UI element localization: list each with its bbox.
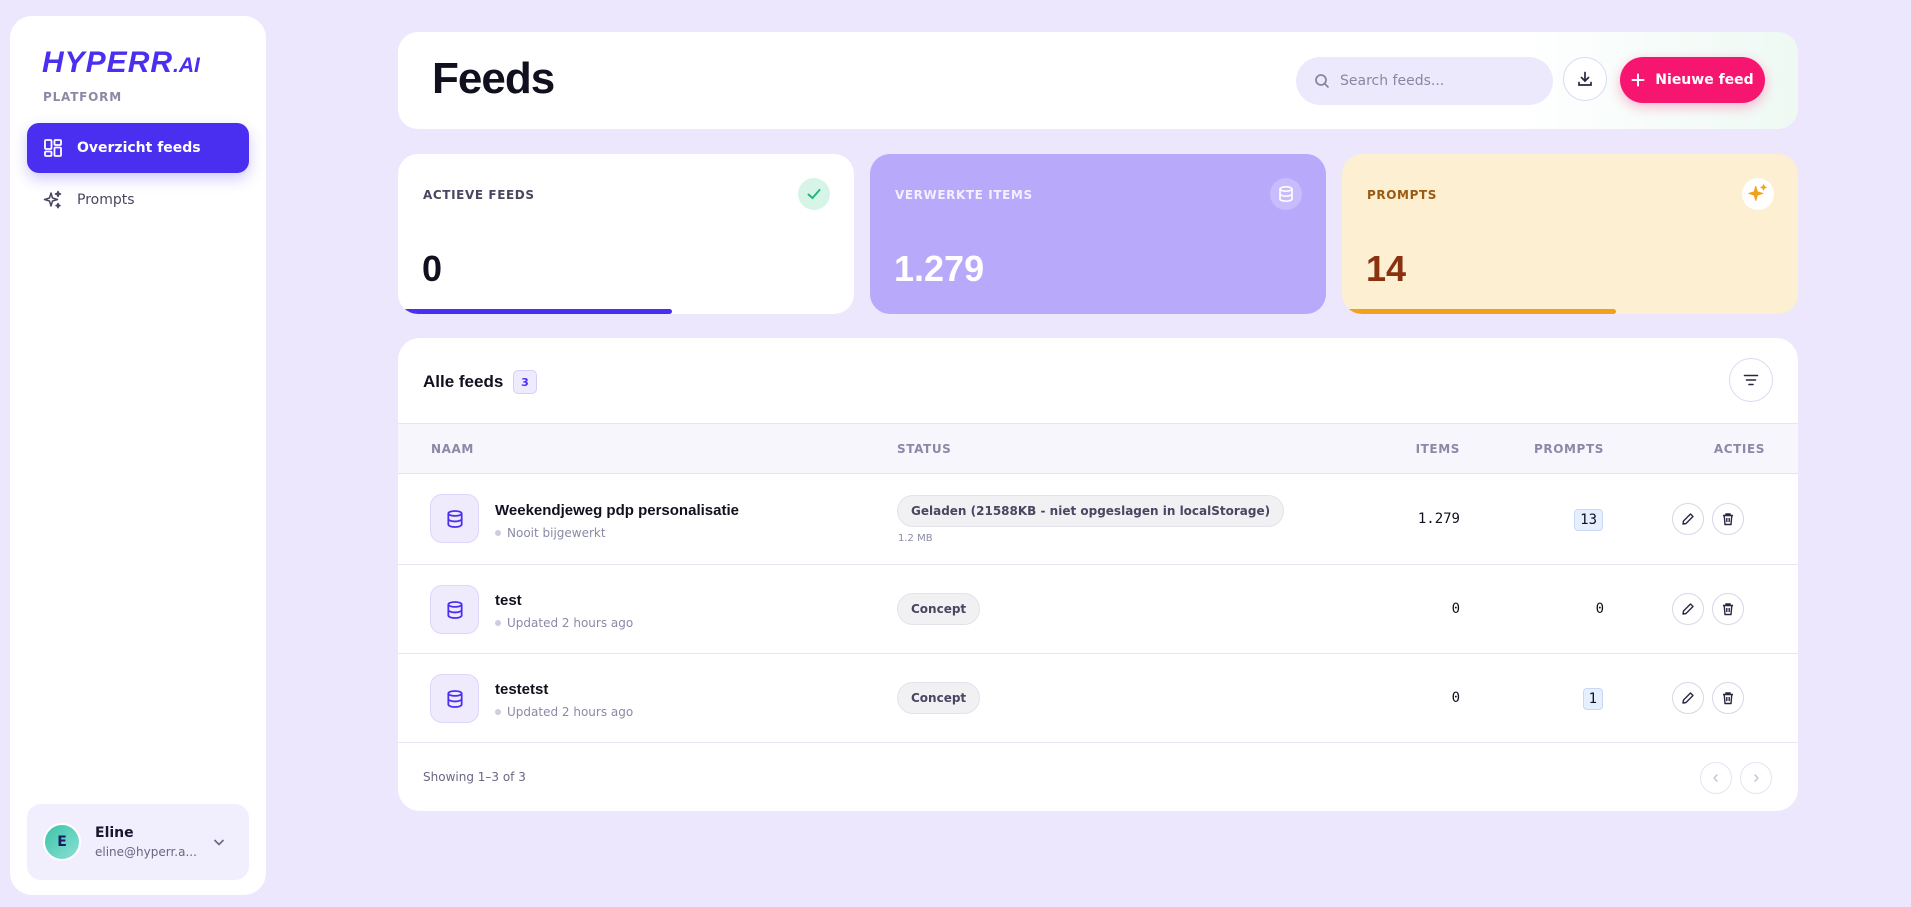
- chevron-right-icon: [1753, 773, 1760, 783]
- chevron-down-icon[interactable]: [211, 834, 227, 850]
- logo-suffix: .AI: [173, 54, 200, 77]
- status-dot: [495, 620, 501, 626]
- stat-label: PROMPTS: [1367, 188, 1438, 202]
- stat-card-active-feeds: ACTIEVE FEEDS 0: [398, 154, 854, 314]
- delete-button[interactable]: [1712, 682, 1744, 714]
- delete-button[interactable]: [1712, 593, 1744, 625]
- database-icon: [430, 585, 479, 634]
- prompts-count: 0: [1595, 601, 1604, 617]
- pencil-icon: [1682, 603, 1694, 615]
- stat-card-prompts: PROMPTS 14: [1342, 154, 1798, 314]
- table-row[interactable]: testetst Updated 2 hours ago Concept 0 1: [398, 654, 1798, 743]
- stat-label: ACTIEVE FEEDS: [423, 188, 535, 202]
- avatar: E: [43, 823, 81, 861]
- feed-name[interactable]: test: [495, 592, 522, 609]
- sort-filter-button[interactable]: [1729, 358, 1773, 402]
- filter-lines-icon: [1743, 374, 1759, 386]
- database-icon: [430, 674, 479, 723]
- trash-icon: [1723, 513, 1733, 526]
- prompts-count-badge: 1: [1582, 688, 1603, 710]
- section-label: PLATFORM: [43, 90, 122, 104]
- items-count: 0: [1451, 601, 1460, 617]
- edit-button[interactable]: [1672, 503, 1704, 535]
- status-badge: Concept: [897, 593, 981, 625]
- sparkles-icon: [43, 190, 62, 209]
- feed-size: 1.2 MB: [898, 533, 933, 544]
- column-header-prompts[interactable]: PROMPTS: [1534, 442, 1604, 456]
- database-icon: [430, 494, 479, 543]
- feed-updated: Nooit bijgewerkt: [495, 526, 606, 540]
- download-button[interactable]: [1563, 57, 1607, 101]
- search-box[interactable]: [1296, 57, 1553, 105]
- search-input[interactable]: [1340, 73, 1530, 89]
- feed-name[interactable]: testetst: [495, 681, 548, 698]
- new-feed-button[interactable]: Nieuwe feed: [1620, 57, 1765, 103]
- feed-updated-text: Updated 2 hours ago: [507, 616, 634, 630]
- status-dot: [495, 530, 501, 536]
- pencil-icon: [1682, 692, 1694, 704]
- prompts-count-badge: 13: [1574, 509, 1603, 531]
- feed-name[interactable]: Weekendjeweg pdp personalisatie: [495, 502, 739, 519]
- new-feed-label: Nieuwe feed: [1655, 72, 1754, 88]
- dashboard-icon: [44, 139, 62, 157]
- edit-button[interactable]: [1672, 682, 1704, 714]
- delete-button[interactable]: [1712, 503, 1744, 535]
- count-badge: 3: [513, 370, 537, 394]
- sidebar-item-overzicht-feeds[interactable]: Overzicht feeds: [27, 123, 249, 173]
- user-menu[interactable]: E Eline eline@hyperr.a...: [27, 804, 249, 880]
- stat-card-processed-items: VERWERKTE ITEMS 1.279: [870, 154, 1326, 314]
- pencil-icon: [1682, 513, 1694, 525]
- stat-value: 1.279: [894, 248, 985, 289]
- table-row[interactable]: Weekendjeweg pdp personalisatie Nooit bi…: [398, 474, 1798, 565]
- prev-page-button[interactable]: [1700, 762, 1732, 794]
- stat-value: 0: [422, 248, 443, 289]
- sidebar-item-label: Overzicht feeds: [77, 140, 201, 156]
- sidebar-item-label: Prompts: [77, 192, 135, 208]
- hyperr-logo[interactable]: HYPERR.AI: [42, 46, 200, 92]
- items-count: 0: [1451, 690, 1460, 706]
- next-page-button[interactable]: [1740, 762, 1772, 794]
- feeds-table-card: Alle feeds 3 NAAM STATUS ITEMS PROMPTS A…: [398, 338, 1798, 811]
- status-dot: [495, 709, 501, 715]
- stat-progress-bar: [1342, 309, 1616, 314]
- column-header-name[interactable]: NAAM: [431, 442, 474, 456]
- status-badge: Concept: [897, 682, 981, 714]
- feed-updated-text: Updated 2 hours ago: [507, 705, 634, 719]
- items-count: 1.279: [1417, 511, 1460, 527]
- column-header-actions: ACTIES: [1713, 442, 1765, 456]
- trash-icon: [1723, 692, 1733, 705]
- table-header: NAAM STATUS ITEMS PROMPTS ACTIES: [398, 423, 1798, 474]
- column-header-items[interactable]: ITEMS: [1416, 442, 1460, 456]
- pagination-summary: Showing 1–3 of 3: [423, 770, 526, 784]
- stat-label: VERWERKTE ITEMS: [895, 188, 1033, 202]
- chevron-left-icon: [1712, 773, 1719, 783]
- sidebar: HYPERR.AI PLATFORM Overzicht feeds Promp…: [10, 16, 266, 895]
- logo-text: HYPERR: [42, 46, 174, 79]
- page-title: Feeds: [432, 54, 555, 103]
- user-name: Eline: [95, 825, 134, 841]
- stat-value: 14: [1366, 248, 1407, 289]
- sidebar-item-prompts[interactable]: Prompts: [27, 175, 249, 225]
- feed-updated: Updated 2 hours ago: [495, 705, 633, 719]
- sparkles-icon: [1742, 178, 1774, 210]
- user-email: eline@hyperr.a...: [95, 845, 197, 859]
- download-icon: [1578, 71, 1592, 86]
- edit-button[interactable]: [1672, 593, 1704, 625]
- table-title: Alle feeds: [423, 372, 504, 391]
- plus-icon: [1631, 73, 1645, 87]
- check-icon: [798, 178, 830, 210]
- table-row[interactable]: test Updated 2 hours ago Concept 0 0: [398, 565, 1798, 654]
- page-header: Feeds Nieuwe feed: [398, 32, 1798, 129]
- column-header-status[interactable]: STATUS: [897, 442, 951, 456]
- feed-updated-text: Nooit bijgewerkt: [507, 526, 606, 540]
- database-icon: [1270, 178, 1302, 210]
- trash-icon: [1723, 603, 1733, 616]
- status-badge: Geladen (21588KB - niet opgeslagen in lo…: [897, 495, 1285, 527]
- search-icon: [1315, 74, 1330, 89]
- stat-progress-bar: [398, 309, 672, 314]
- feed-updated: Updated 2 hours ago: [495, 616, 633, 630]
